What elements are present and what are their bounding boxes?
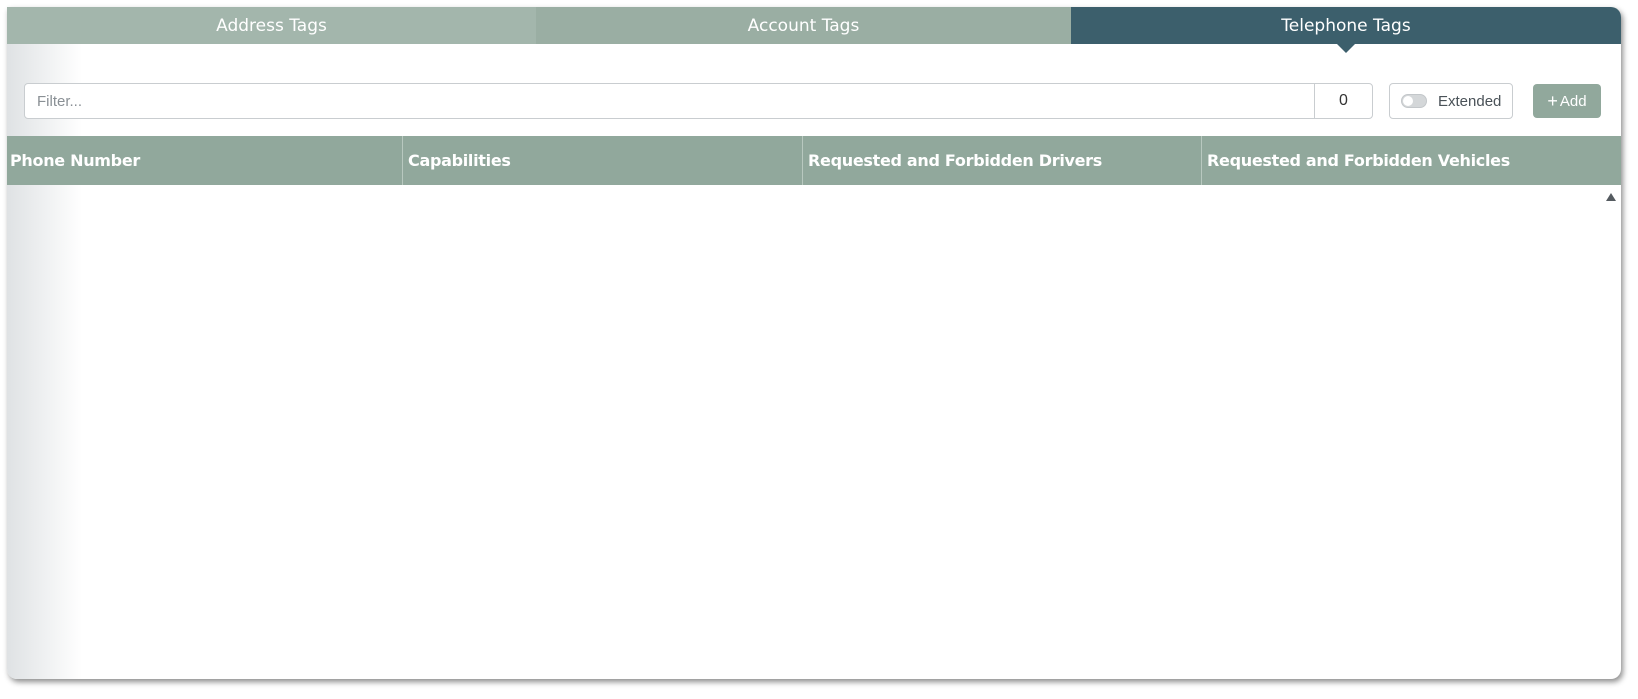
column-header-label: Capabilities xyxy=(408,151,511,170)
add-button[interactable]: + Add xyxy=(1533,84,1601,118)
plus-icon: + xyxy=(1547,91,1558,111)
column-header-phone-number[interactable]: Phone Number xyxy=(7,136,403,185)
tab-bar: Address Tags Account Tags Telephone Tags xyxy=(7,7,1621,53)
tab-label: Address Tags xyxy=(216,15,327,36)
column-header-label: Phone Number xyxy=(10,151,140,170)
toggle-knob xyxy=(1403,96,1413,106)
tags-window: Address Tags Account Tags Telephone Tags… xyxy=(7,7,1621,679)
table-header: Phone Number Capabilities Requested and … xyxy=(7,136,1621,185)
result-count-value: 0 xyxy=(1339,92,1348,109)
column-header-capabilities[interactable]: Capabilities xyxy=(403,136,803,185)
column-header-drivers[interactable]: Requested and Forbidden Drivers xyxy=(803,136,1202,185)
result-count: 0 xyxy=(1314,83,1373,119)
add-button-label: Add xyxy=(1559,92,1587,110)
column-header-vehicles[interactable]: Requested and Forbidden Vehicles xyxy=(1202,136,1621,185)
toggle-switch-icon[interactable] xyxy=(1401,94,1427,108)
tab-label: Telephone Tags xyxy=(1281,15,1411,36)
table-body xyxy=(7,185,1621,679)
filter-input[interactable] xyxy=(24,83,1315,119)
active-tab-pointer-icon xyxy=(1337,44,1355,53)
tab-label: Account Tags xyxy=(747,15,860,36)
extended-label: Extended xyxy=(1438,92,1502,110)
scroll-up-arrow-icon[interactable] xyxy=(1606,193,1616,201)
column-header-label: Requested and Forbidden Vehicles xyxy=(1207,151,1510,170)
extended-toggle[interactable]: Extended xyxy=(1389,83,1513,119)
tab-telephone-tags[interactable]: Telephone Tags xyxy=(1071,7,1621,53)
column-header-label: Requested and Forbidden Drivers xyxy=(808,151,1102,170)
tab-address-tags[interactable]: Address Tags xyxy=(7,7,536,44)
toolbar: 0 Extended + Add xyxy=(7,44,1621,136)
tab-account-tags[interactable]: Account Tags xyxy=(536,7,1071,44)
